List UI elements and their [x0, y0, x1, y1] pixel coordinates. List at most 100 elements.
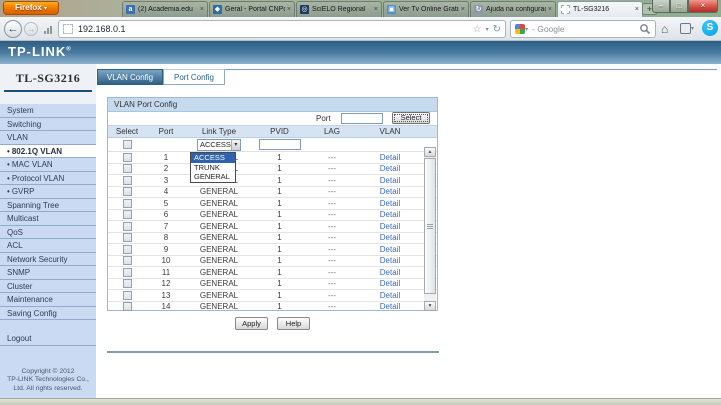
detail-link[interactable]: Detail: [380, 233, 400, 242]
address-bar[interactable]: 192.168.0.1 ☆ ▾ ↻: [58, 20, 506, 38]
browser-tab[interactable]: ↻Ajuda na configuraçã...×: [470, 1, 556, 17]
browser-tab[interactable]: a (2) Academia.edu ×: [122, 1, 208, 17]
row-checkbox[interactable]: [122, 256, 132, 266]
sidebar-item-802-1q-vlan[interactable]: • 802.1Q VLAN: [0, 144, 96, 158]
detail-link[interactable]: Detail: [380, 187, 400, 196]
tab-close-icon[interactable]: ×: [372, 6, 378, 13]
table-scrollbar[interactable]: ▲ ▼: [424, 147, 436, 311]
scroll-down-button[interactable]: ▼: [424, 301, 436, 311]
tab-close-icon[interactable]: ×: [285, 6, 291, 13]
row-checkbox[interactable]: [122, 267, 132, 277]
row-checkbox[interactable]: [122, 152, 132, 162]
row-checkbox[interactable]: [122, 198, 132, 208]
detail-link[interactable]: Detail: [380, 176, 400, 185]
close-window-button[interactable]: ×: [688, 0, 718, 13]
row-checkbox[interactable]: [122, 244, 132, 254]
detail-link[interactable]: Detail: [380, 291, 400, 300]
row-checkbox[interactable]: [122, 290, 132, 300]
url-dropdown-icon[interactable]: ▾: [486, 26, 489, 33]
link-type-select[interactable]: ACCESS ▾: [197, 138, 241, 151]
row-checkbox[interactable]: [122, 175, 132, 185]
detail-link[interactable]: Detail: [380, 256, 400, 265]
detail-link[interactable]: Detail: [380, 153, 400, 162]
sidebar-item-label: ACL: [7, 241, 23, 250]
sidebar-item-snmp[interactable]: SNMP: [0, 266, 96, 280]
forward-button[interactable]: →: [24, 22, 38, 36]
row-checkbox[interactable]: [122, 187, 132, 197]
bookmark-star-icon[interactable]: ☆: [473, 24, 482, 35]
detail-link[interactable]: Detail: [380, 199, 400, 208]
main-content: VLAN Config Port Config VLAN Port Config …: [96, 64, 721, 398]
url-text[interactable]: 192.168.0.1: [78, 24, 473, 34]
apply-button[interactable]: Apply: [235, 317, 268, 330]
dropdown-option-general[interactable]: GENERAL: [191, 172, 235, 182]
sidebar-item-mac-vlan[interactable]: • MAC VLAN: [0, 158, 96, 172]
tab-close-icon[interactable]: ×: [459, 6, 465, 13]
row-checkbox[interactable]: [122, 233, 132, 243]
detail-link[interactable]: Detail: [380, 302, 400, 311]
sidebar-item-vlan[interactable]: VLAN: [0, 131, 96, 145]
toolbar-graph-icon[interactable]: [44, 26, 54, 34]
detail-link[interactable]: Detail: [380, 164, 400, 173]
pvid-input[interactable]: [258, 139, 301, 150]
row-checkbox[interactable]: [122, 221, 132, 231]
dropdown-option-access[interactable]: ACCESS: [191, 153, 235, 163]
help-button[interactable]: Help: [277, 317, 310, 330]
firefox-menu-button[interactable]: Firefox ▾: [3, 1, 59, 15]
row-checkbox[interactable]: [122, 302, 132, 312]
row-checkbox[interactable]: [122, 279, 132, 289]
detail-link[interactable]: Detail: [380, 245, 400, 254]
search-input[interactable]: - Google: [528, 24, 639, 34]
browser-tab[interactable]: ▣Ver Tv Online Gratis - ...×: [383, 1, 469, 17]
tab-close-icon[interactable]: ×: [546, 6, 552, 13]
minimize-button[interactable]: –: [652, 0, 670, 13]
sidebar-item-spanning-tree[interactable]: Spanning Tree: [0, 199, 96, 212]
lag-cell: ---: [328, 302, 336, 312]
bookmarks-panel-button[interactable]: ▾: [680, 22, 699, 35]
detail-link[interactable]: Detail: [380, 222, 400, 231]
detail-link[interactable]: Detail: [380, 279, 400, 288]
select-button[interactable]: Select: [392, 112, 430, 124]
sidebar-item-cluster[interactable]: Cluster: [0, 280, 96, 293]
sidebar-item-system[interactable]: System: [0, 104, 96, 118]
sidebar-item-multicast[interactable]: Multicast: [0, 212, 96, 226]
link-type-cell: GENERAL: [199, 302, 239, 312]
tab-vlan-config[interactable]: VLAN Config: [97, 69, 163, 85]
tab-close-icon[interactable]: ×: [198, 6, 204, 13]
row-checkbox[interactable]: [122, 210, 132, 220]
browser-tab[interactable]: ◎ SciELO Regional ×: [296, 1, 382, 17]
sidebar-item-gvrp[interactable]: • GVRP: [0, 185, 96, 199]
sidebar-item-qos[interactable]: QoS: [0, 226, 96, 239]
table-row: 2GENERAL1---Detail: [108, 164, 437, 175]
search-icon[interactable]: [639, 23, 651, 35]
maximize-button[interactable]: □: [670, 0, 688, 13]
column-header-lag: LAG: [323, 127, 340, 136]
sidebar-item-saving-config[interactable]: Saving Config: [0, 307, 96, 320]
tab-port-config[interactable]: Port Config: [163, 69, 225, 85]
sidebar-item-protocol-vlan[interactable]: • Protocol VLAN: [0, 172, 96, 185]
row-checkbox[interactable]: [122, 164, 132, 174]
select-arrow-icon[interactable]: ▾: [230, 139, 240, 150]
browser-tab[interactable]: ◆ Geral - Portal CNPq ×: [209, 1, 295, 17]
scrollbar-thumb[interactable]: [424, 158, 436, 294]
home-icon[interactable]: ⌂: [661, 22, 668, 36]
sidebar-item-acl[interactable]: ACL: [0, 239, 96, 253]
detail-link[interactable]: Detail: [380, 210, 400, 219]
sidebar-item-logout[interactable]: Logout: [0, 332, 96, 346]
sidebar-item-network-security[interactable]: Network Security: [0, 253, 96, 266]
table-row: 8 GENERAL 1 --- Detail: [108, 233, 437, 244]
browser-tab[interactable]: TL-SG3216 ×: [557, 1, 643, 17]
select-all-checkbox[interactable]: [122, 140, 132, 149]
dropdown-option-trunk[interactable]: TRUNK: [191, 163, 235, 173]
back-button[interactable]: ←: [4, 20, 22, 38]
port-filter-input[interactable]: [341, 113, 383, 124]
port-cell: 7: [163, 221, 169, 231]
tab-close-icon[interactable]: ×: [633, 6, 639, 13]
sidebar-item-maintenance[interactable]: Maintenance: [0, 293, 96, 307]
reload-icon[interactable]: ↻: [493, 24, 501, 35]
search-box[interactable]: ▾ - Google: [510, 20, 656, 38]
sidebar-item-switching[interactable]: Switching: [0, 118, 96, 131]
detail-link[interactable]: Detail: [380, 268, 400, 277]
skype-extension-icon[interactable]: S: [702, 20, 718, 36]
scroll-up-button[interactable]: ▲: [424, 147, 436, 157]
